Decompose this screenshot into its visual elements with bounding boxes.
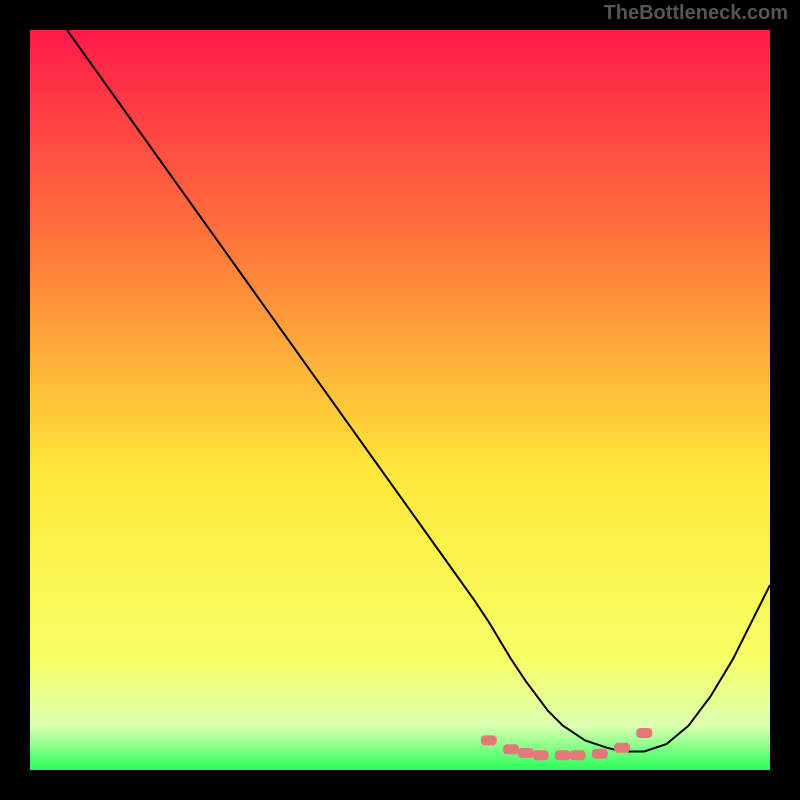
chart-svg xyxy=(30,30,770,770)
marker-dash xyxy=(570,750,586,760)
watermark-text: TheBottleneck.com xyxy=(604,2,788,25)
marker-dash xyxy=(592,749,608,759)
marker-dash xyxy=(636,728,652,738)
marker-dash xyxy=(481,735,497,745)
plot-area xyxy=(30,30,770,770)
chart-container: TheBottleneck.com xyxy=(0,0,800,800)
gradient-background xyxy=(30,30,770,770)
marker-dash xyxy=(555,750,571,760)
marker-dash xyxy=(518,748,534,758)
marker-dash xyxy=(503,744,519,754)
marker-dash xyxy=(614,743,630,753)
marker-dash xyxy=(533,750,549,760)
